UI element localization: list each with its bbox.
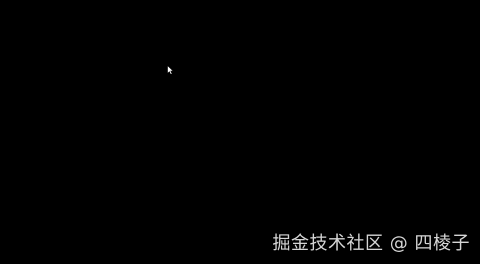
black-screen: 掘金技术社区 @ 四棱子 <box>0 0 480 264</box>
watermark-text: 掘金技术社区 @ 四棱子 <box>272 233 470 254</box>
mouse-pointer-icon <box>167 65 174 75</box>
